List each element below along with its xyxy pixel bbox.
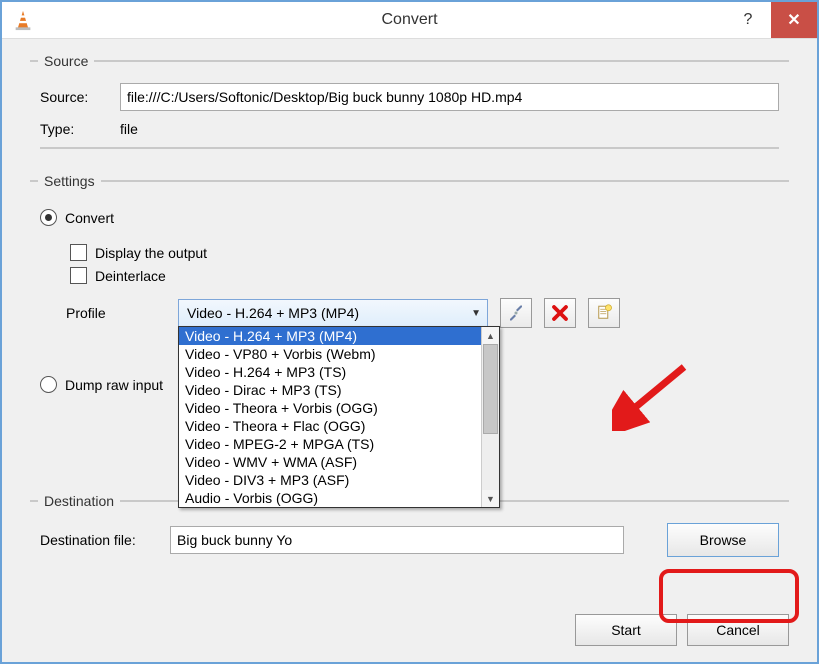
deinterlace-checkbox[interactable]: Deinterlace <box>70 267 779 284</box>
app-icon-vlc-cone <box>12 9 34 31</box>
dump-raw-label: Dump raw input <box>65 377 163 393</box>
profile-option[interactable]: Video - H.264 + MP3 (TS) <box>179 363 481 381</box>
profile-combobox[interactable]: Video - H.264 + MP3 (MP4) ▼ Video - H.26… <box>178 299 488 327</box>
profile-selected-value: Video - H.264 + MP3 (MP4) <box>187 305 359 321</box>
deinterlace-label: Deinterlace <box>95 268 166 284</box>
new-profile-button[interactable] <box>588 298 620 328</box>
help-button[interactable]: ? <box>725 2 771 38</box>
cancel-button[interactable]: Cancel <box>687 614 789 646</box>
browse-button-label: Browse <box>700 532 747 548</box>
title-bar: Convert ? ✕ <box>2 2 817 39</box>
radio-icon <box>40 209 57 226</box>
cancel-button-label: Cancel <box>716 622 760 638</box>
source-group: Source Source: Type: file <box>30 53 789 159</box>
profile-option[interactable]: Video - H.264 + MP3 (MP4) <box>179 327 481 345</box>
checkbox-icon <box>70 267 87 284</box>
profile-option[interactable]: Video - Theora + Vorbis (OGG) <box>179 399 481 417</box>
display-output-checkbox[interactable]: Display the output <box>70 244 779 261</box>
scroll-thumb[interactable] <box>483 344 498 434</box>
display-output-label: Display the output <box>95 245 207 261</box>
start-button-label: Start <box>611 622 641 638</box>
convert-radio-label: Convert <box>65 210 114 226</box>
profile-option[interactable]: Video - DIV3 + MP3 (ASF) <box>179 471 481 489</box>
browse-button[interactable]: Browse <box>667 523 779 557</box>
start-button[interactable]: Start <box>575 614 677 646</box>
profile-option[interactable]: Video - VP80 + Vorbis (Webm) <box>179 345 481 363</box>
settings-group: Settings Convert Display the output Dein… <box>30 173 789 479</box>
chevron-down-icon: ▼ <box>471 308 481 319</box>
window-title: Convert <box>2 11 817 29</box>
source-path-input[interactable] <box>120 83 779 111</box>
delete-profile-button[interactable] <box>544 298 576 328</box>
radio-icon <box>40 376 57 393</box>
type-value: file <box>120 121 138 137</box>
profile-option[interactable]: Video - MPEG-2 + MPGA (TS) <box>179 435 481 453</box>
dropdown-scrollbar[interactable]: ▲ ▼ <box>481 327 499 507</box>
scroll-up-icon[interactable]: ▲ <box>482 327 499 344</box>
convert-radio[interactable]: Convert <box>40 209 779 226</box>
convert-dialog: Convert ? ✕ Source Source: Type: file Se… <box>0 0 819 664</box>
settings-legend: Settings <box>38 173 101 189</box>
profile-option[interactable]: Video - Theora + Flac (OGG) <box>179 417 481 435</box>
scroll-down-icon[interactable]: ▼ <box>482 490 499 507</box>
type-label: Type: <box>40 121 120 137</box>
profile-option[interactable]: Video - Dirac + MP3 (TS) <box>179 381 481 399</box>
profile-label: Profile <box>40 305 166 321</box>
profile-option[interactable]: Audio - Vorbis (OGG) <box>179 489 481 507</box>
profile-dropdown-list: Video - H.264 + MP3 (MP4)Video - VP80 + … <box>178 326 500 508</box>
tools-icon <box>507 304 525 322</box>
source-legend: Source <box>38 53 94 69</box>
checkbox-icon <box>70 244 87 261</box>
profile-option[interactable]: Video - WMV + WMA (ASF) <box>179 453 481 471</box>
source-label: Source: <box>40 89 120 105</box>
edit-profile-button[interactable] <box>500 298 532 328</box>
destination-file-input[interactable] <box>170 526 624 554</box>
destination-file-label: Destination file: <box>40 532 170 548</box>
new-document-icon <box>595 304 613 322</box>
destination-legend: Destination <box>38 493 120 509</box>
delete-x-icon <box>551 304 569 322</box>
close-button[interactable]: ✕ <box>771 2 817 38</box>
